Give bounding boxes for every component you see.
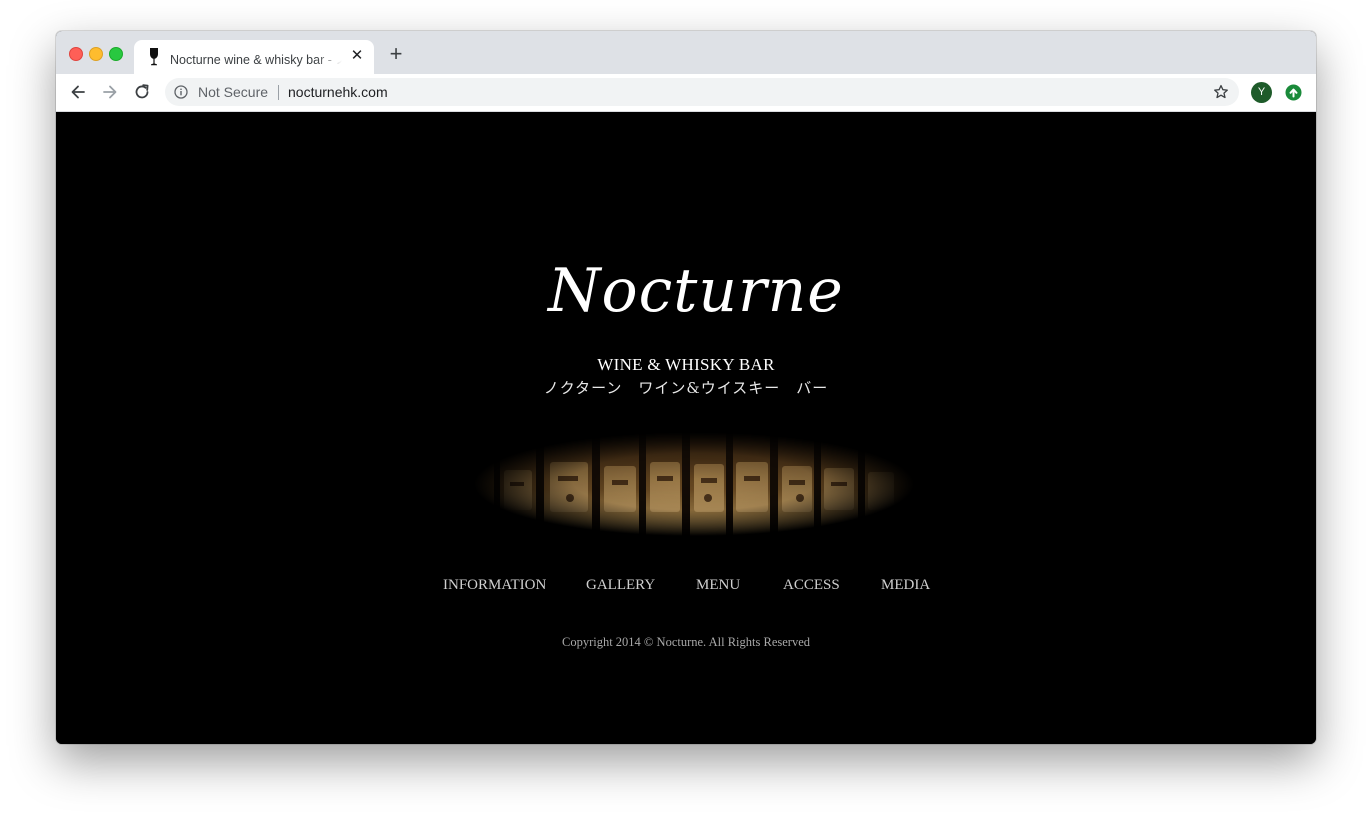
browser-toolbar: Not Secure nocturnehk.com Y: [56, 74, 1316, 112]
minimize-window-button[interactable]: [89, 47, 103, 61]
nocturne-logo[interactable]: Nocturne: [548, 251, 844, 331]
security-label[interactable]: Not Secure: [198, 84, 268, 100]
nav-media[interactable]: MEDIA: [881, 577, 930, 594]
copyright-text: Copyright 2014 © Nocturne. All Rights Re…: [561, 635, 811, 649]
reload-icon[interactable]: [132, 82, 152, 102]
nav-access[interactable]: ACCESS: [783, 577, 840, 594]
whisky-bottles-image: [474, 432, 914, 536]
close-window-button[interactable]: [69, 47, 83, 61]
profile-avatar[interactable]: Y: [1251, 82, 1272, 103]
nav-menu[interactable]: MENU: [696, 577, 740, 594]
nav-gallery[interactable]: GALLERY: [586, 577, 655, 594]
new-tab-button[interactable]: +: [386, 43, 406, 65]
omnibox-divider: [278, 85, 279, 100]
main-nav: INFORMATION GALLERY MENU ACCESS MEDIA: [56, 577, 1316, 599]
arrow-up-circle-icon[interactable]: [1285, 84, 1302, 101]
tab-close-icon[interactable]: ✕: [349, 48, 365, 64]
tab-title: Nocturne wine & whisky bar - ノクターン: [170, 53, 342, 67]
nav-information[interactable]: INFORMATION: [443, 577, 546, 594]
tab-active[interactable]: Nocturne wine & whisky bar - ノクターン ✕: [134, 40, 374, 74]
logo-text: Nocturne: [548, 256, 844, 326]
maximize-window-button[interactable]: [109, 47, 123, 61]
web-page: Nocturne WINE & WHISKY BAR ノクターン ワイン&ウイス…: [56, 112, 1316, 744]
wine-glass-icon: [150, 48, 158, 66]
subtitle-japanese: ノクターン ワイン&ウイスキー バー: [543, 379, 829, 397]
browser-window: Nocturne wine & whisky bar - ノクターン ✕ + N…: [56, 31, 1316, 744]
info-icon[interactable]: [174, 85, 188, 99]
arrow-left-icon[interactable]: [68, 82, 88, 102]
subtitle-english: WINE & WHISKY BAR: [597, 355, 775, 374]
star-icon[interactable]: [1213, 84, 1229, 100]
tab-strip: Nocturne wine & whisky bar - ノクターン ✕ +: [56, 31, 1316, 74]
address-bar[interactable]: Not Secure nocturnehk.com: [165, 78, 1239, 106]
arrow-right-icon[interactable]: [100, 82, 120, 102]
url-text[interactable]: nocturnehk.com: [288, 84, 388, 100]
